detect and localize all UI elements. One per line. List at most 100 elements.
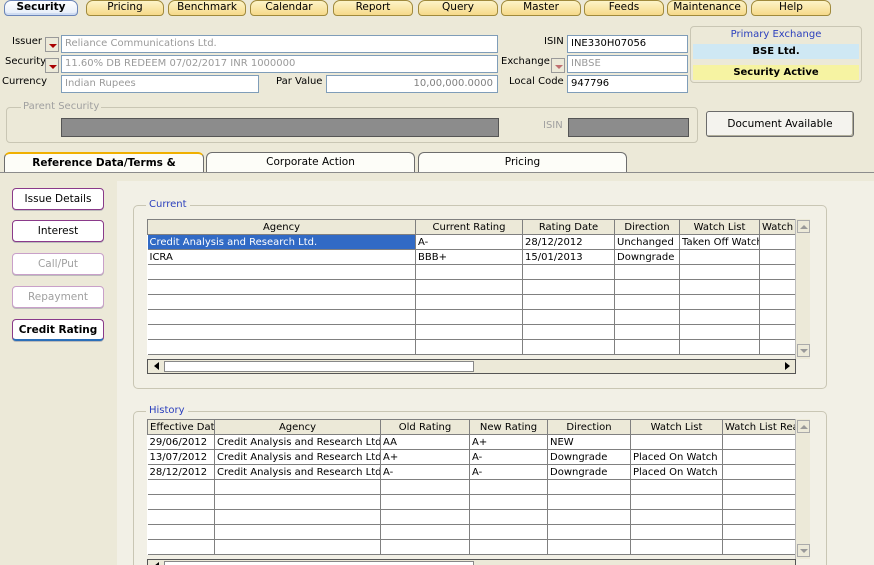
cell-watch-list [679,249,760,265]
menu-master-label: Master [523,1,559,13]
table-row[interactable]: 29/06/2012 Credit Analysis and Research … [147,434,798,450]
empty-row [147,339,798,355]
empty-row [147,264,798,280]
column-header-watch-list-reason[interactable]: Watch List Rea [722,419,798,435]
column-header-agency[interactable]: Agency [147,219,416,235]
current-ratings-table: Agency Current Rating Rating Date Direct… [147,219,798,355]
menu-benchmark[interactable]: Benchmark [168,0,246,16]
exchange-field[interactable]: INBSE [567,55,688,73]
menu-pricing[interactable]: Pricing [86,0,164,16]
menu-report[interactable]: Report [333,0,413,16]
cell-rating-date: 15/01/2013 [522,249,615,265]
scroll-thumb[interactable] [164,361,474,372]
empty-row [147,539,798,555]
current-horizontal-scrollbar[interactable] [147,359,796,374]
empty-row [147,479,798,495]
menu-calendar[interactable]: Calendar [250,0,328,16]
cell-watch-list-reason [759,249,798,265]
table-row[interactable]: Credit Analysis and Research Ltd. A- 28/… [147,234,798,250]
scroll-right-icon[interactable] [781,361,793,372]
tab-reference-data[interactable]: Reference Data/Terms & Conditions [4,152,204,188]
column-header-rating-date[interactable]: Rating Date [522,219,615,235]
cell-agency: Credit Analysis and Research Ltd. [214,464,381,480]
cell-old-rating: A+ [380,449,470,465]
issue-details-button[interactable]: Issue Details [12,188,104,210]
par-value-field[interactable]: 10,00,000.0000 [326,75,498,93]
interest-button[interactable]: Interest [12,220,104,242]
column-header-watch-list[interactable]: Watch List [679,219,760,235]
tab-pricing[interactable]: Pricing [418,152,627,172]
column-header-old-rating[interactable]: Old Rating [380,419,470,435]
scroll-left-icon[interactable] [151,361,163,372]
issuer-dropdown-icon[interactable] [45,37,59,52]
cell-watch-list: Placed On Watch [630,464,723,480]
cell-old-rating: AA [380,434,470,450]
parent-isin-field [568,118,689,137]
column-header-agency[interactable]: Agency [214,419,381,435]
cell-watch-list-reason [722,449,798,465]
cell-watch-list-reason [759,234,798,250]
local-code-label: Local Code [509,76,564,87]
column-header-direction[interactable]: Direction [547,419,631,435]
cell-effective-date: 13/07/2012 [147,449,215,465]
menu-security[interactable]: Security [4,0,78,16]
history-vertical-scrollbar[interactable] [795,419,810,559]
cell-agency: Credit Analysis and Research Ltd. [214,434,381,450]
table-row[interactable]: 28/12/2012 Credit Analysis and Research … [147,464,798,480]
currency-field[interactable]: Indian Rupees [61,75,259,93]
history-horizontal-scrollbar[interactable] [147,559,796,565]
exchange-dropdown-icon[interactable] [551,58,565,73]
scroll-down-icon[interactable] [797,344,810,357]
cell-agency: Credit Analysis and Research Ltd. [214,449,381,465]
empty-row [147,324,798,340]
scroll-thumb[interactable] [164,561,474,565]
column-header-effective-date[interactable]: Effective Date [147,419,215,435]
menu-help[interactable]: Help [751,0,831,16]
scroll-up-icon[interactable] [797,420,810,433]
menu-pricing-label: Pricing [107,1,143,13]
security-field[interactable]: 11.60% DB REDEEM 07/02/2017 INR 1000000 [61,55,498,73]
credit-rating-button[interactable]: Credit Rating [12,319,104,341]
cell-watch-list [630,434,723,450]
scroll-up-icon[interactable] [797,220,810,233]
menu-master[interactable]: Master [501,0,581,16]
column-header-direction[interactable]: Direction [614,219,680,235]
repayment-button[interactable]: Repayment [12,286,104,308]
menu-benchmark-label: Benchmark [177,1,237,13]
current-vertical-scrollbar[interactable] [795,219,810,359]
scroll-left-icon[interactable] [151,561,163,565]
table-row[interactable]: ICRA BBB+ 15/01/2013 Downgrade [147,249,798,265]
cell-direction: Downgrade [614,249,680,265]
empty-row [147,309,798,325]
menu-help-label: Help [779,1,803,13]
column-header-watch-list-reason[interactable]: Watch L [759,219,798,235]
call-put-button[interactable]: Call/Put [12,253,104,275]
cell-current-rating: BBB+ [415,249,523,265]
document-available-button[interactable]: Document Available [706,111,854,137]
cell-agency: ICRA [147,249,416,265]
empty-row [147,509,798,525]
empty-row [147,279,798,295]
primary-exchange-title: Primary Exchange [730,29,822,40]
scroll-down-icon[interactable] [797,544,810,557]
local-code-field[interactable]: 947796 [567,75,688,93]
column-header-current-rating[interactable]: Current Rating [415,219,523,235]
issuer-field[interactable]: Reliance Communications Ltd. [61,35,498,53]
table-row[interactable]: 13/07/2012 Credit Analysis and Research … [147,449,798,465]
security-dropdown-icon[interactable] [45,58,59,73]
isin-field[interactable]: INE330H07056 [567,35,688,53]
par-value-label: Par Value [276,76,323,87]
menu-feeds[interactable]: Feeds [584,0,664,16]
empty-row [147,494,798,510]
cell-new-rating: A- [469,449,548,465]
parent-security-legend: Parent Security [21,101,102,112]
column-header-new-rating[interactable]: New Rating [469,419,548,435]
cell-new-rating: A- [469,464,548,480]
history-legend: History [146,405,188,416]
menu-maintenance[interactable]: Maintenance [667,0,747,16]
menu-query[interactable]: Query [418,0,498,16]
exchange-label: Exchange [501,56,550,67]
tab-corporate-action[interactable]: Corporate Action [206,152,415,172]
cell-current-rating: A- [415,234,523,250]
column-header-watch-list[interactable]: Watch List [630,419,723,435]
